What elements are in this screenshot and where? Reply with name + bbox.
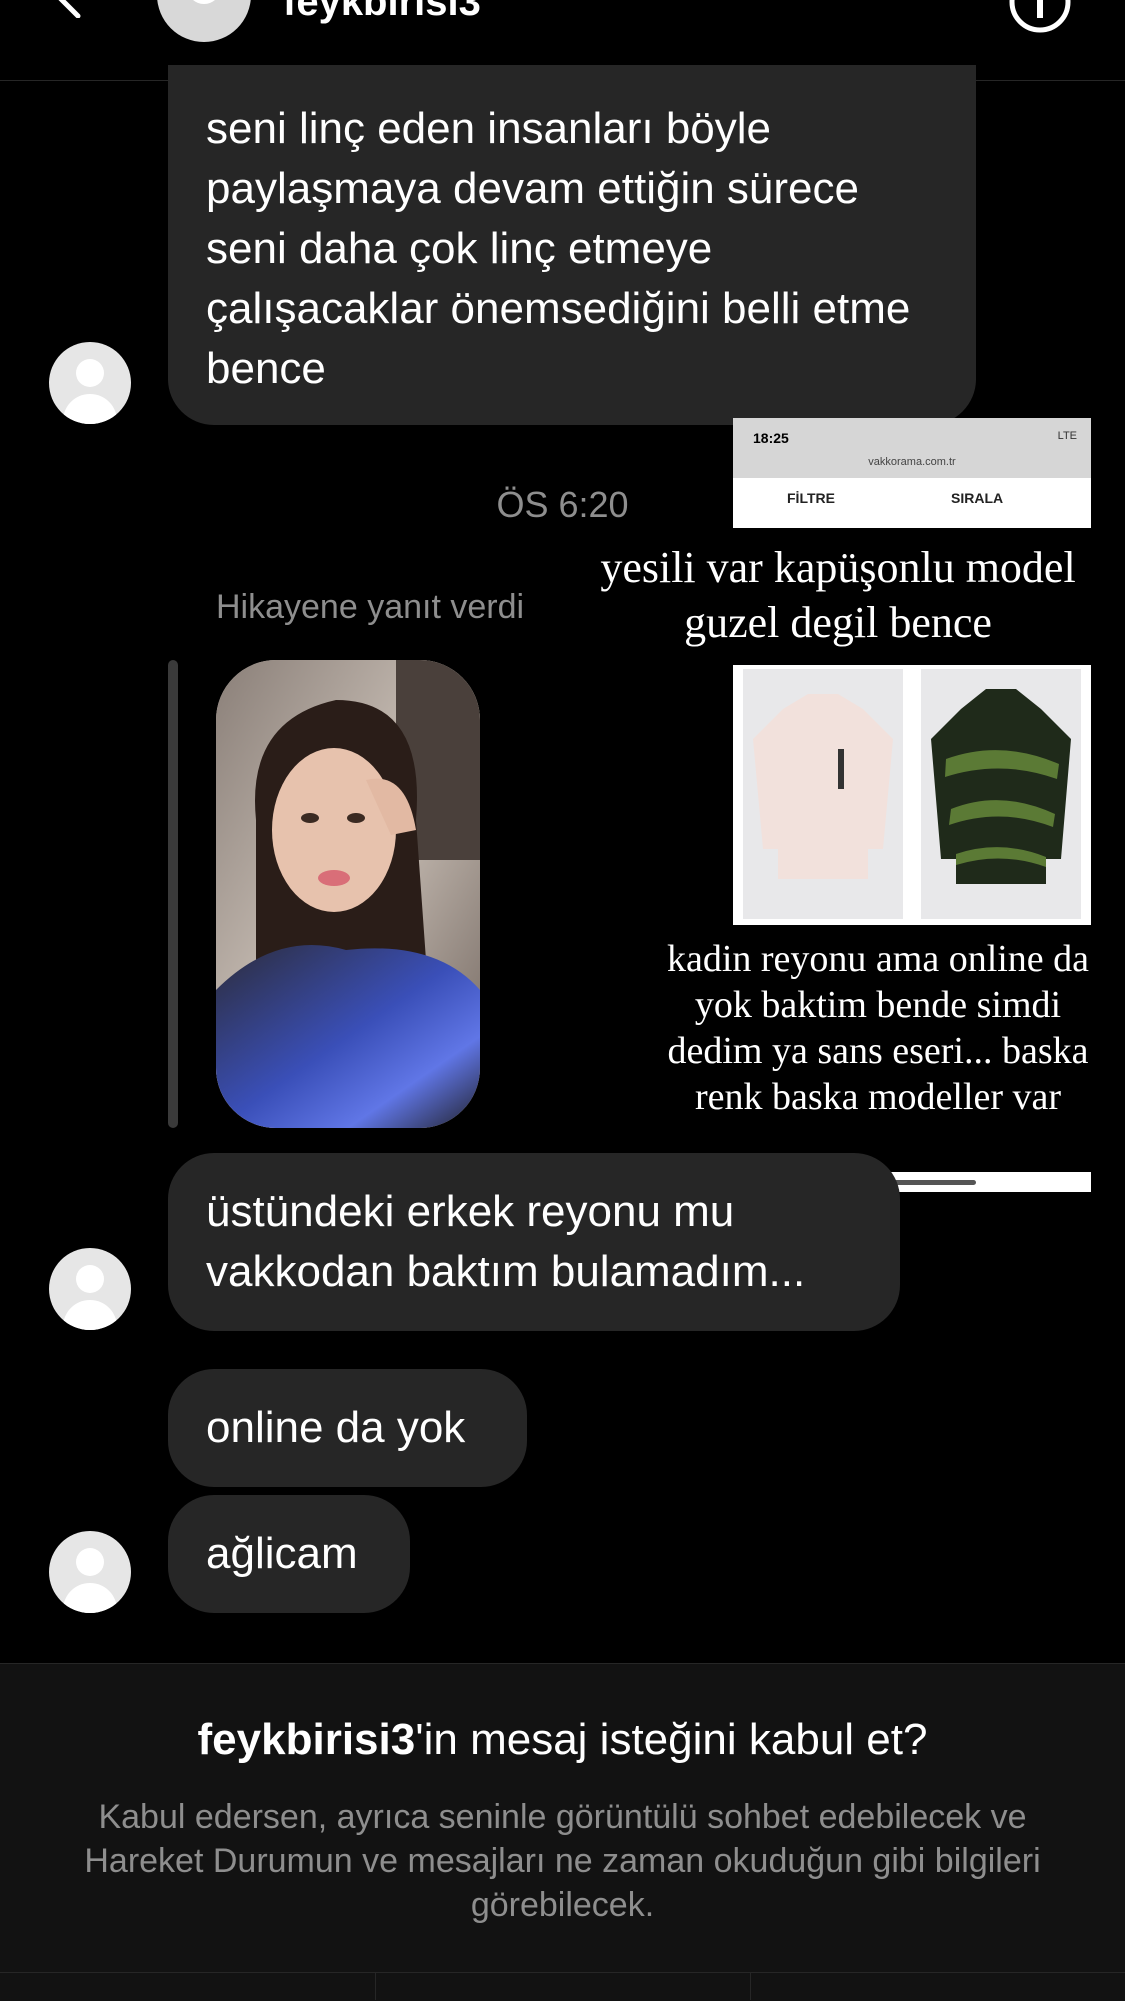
screenshot-status-bar bbox=[733, 418, 1091, 478]
info-icon[interactable] bbox=[1008, 0, 1072, 34]
sender-avatar[interactable] bbox=[49, 1248, 131, 1330]
request-username: feykbirisi3 bbox=[197, 1715, 416, 1764]
message-text: seni linç eden insanları böyle paylaşmay… bbox=[206, 104, 911, 393]
story-caption-bottom: kadin reyonu ama online da yok baktim be… bbox=[660, 932, 1096, 1124]
product-image-sweatshirt bbox=[743, 669, 903, 919]
message-text: üstündeki erkek reyonu mu vakkodan baktı… bbox=[206, 1187, 806, 1296]
message-text: ağlicam bbox=[206, 1529, 358, 1578]
product-image-hoodie bbox=[921, 669, 1081, 919]
screenshot-network: LTE bbox=[1057, 430, 1077, 442]
request-actions-bar[interactable] bbox=[0, 1972, 1125, 2001]
sender-avatar[interactable] bbox=[49, 342, 131, 424]
message-text: online da yok bbox=[206, 1403, 466, 1452]
story-reply-label: Hikayene yanıt verdi bbox=[216, 588, 525, 626]
reply-quote-bar bbox=[168, 660, 178, 1128]
message-bubble[interactable]: online da yok bbox=[168, 1369, 527, 1487]
screenshot-url: vakkorama.com.tr bbox=[868, 456, 956, 468]
message-bubble[interactable]: ağlicam bbox=[168, 1495, 410, 1613]
sender-avatar[interactable] bbox=[49, 1531, 131, 1613]
screenshot-time: 18:25 bbox=[753, 430, 789, 446]
story-screenshot: 18:25 LTE vakkorama.com.tr FİLTRE SIRALA bbox=[733, 418, 1091, 528]
action-divider bbox=[375, 1972, 376, 2000]
screenshot-filter-label: FİLTRE bbox=[787, 490, 835, 506]
message-bubble[interactable]: üstündeki erkek reyonu mu vakkodan baktı… bbox=[168, 1153, 900, 1331]
message-bubble[interactable]: seni linç eden insanları böyle paylaşmay… bbox=[168, 65, 976, 425]
story-thumbnail[interactable] bbox=[216, 660, 480, 1128]
screenshot-sort-label: SIRALA bbox=[951, 490, 1004, 506]
header-username[interactable]: feykbirisi3 bbox=[283, 0, 481, 22]
action-divider bbox=[750, 1972, 751, 2000]
story-caption-top: yesili var kapüşonlu model guzel degil b… bbox=[588, 540, 1088, 650]
back-arrow-icon[interactable] bbox=[44, 0, 92, 18]
request-title-text: 'in mesaj isteğini kabul et? bbox=[415, 1715, 928, 1764]
story-photo bbox=[216, 660, 480, 1128]
story-products bbox=[733, 665, 1091, 925]
request-title: feykbirisi3'in mesaj isteğini kabul et? bbox=[0, 1712, 1125, 1768]
request-description: Kabul edersen, ayrıca seninle görüntülü … bbox=[84, 1798, 1041, 1924]
